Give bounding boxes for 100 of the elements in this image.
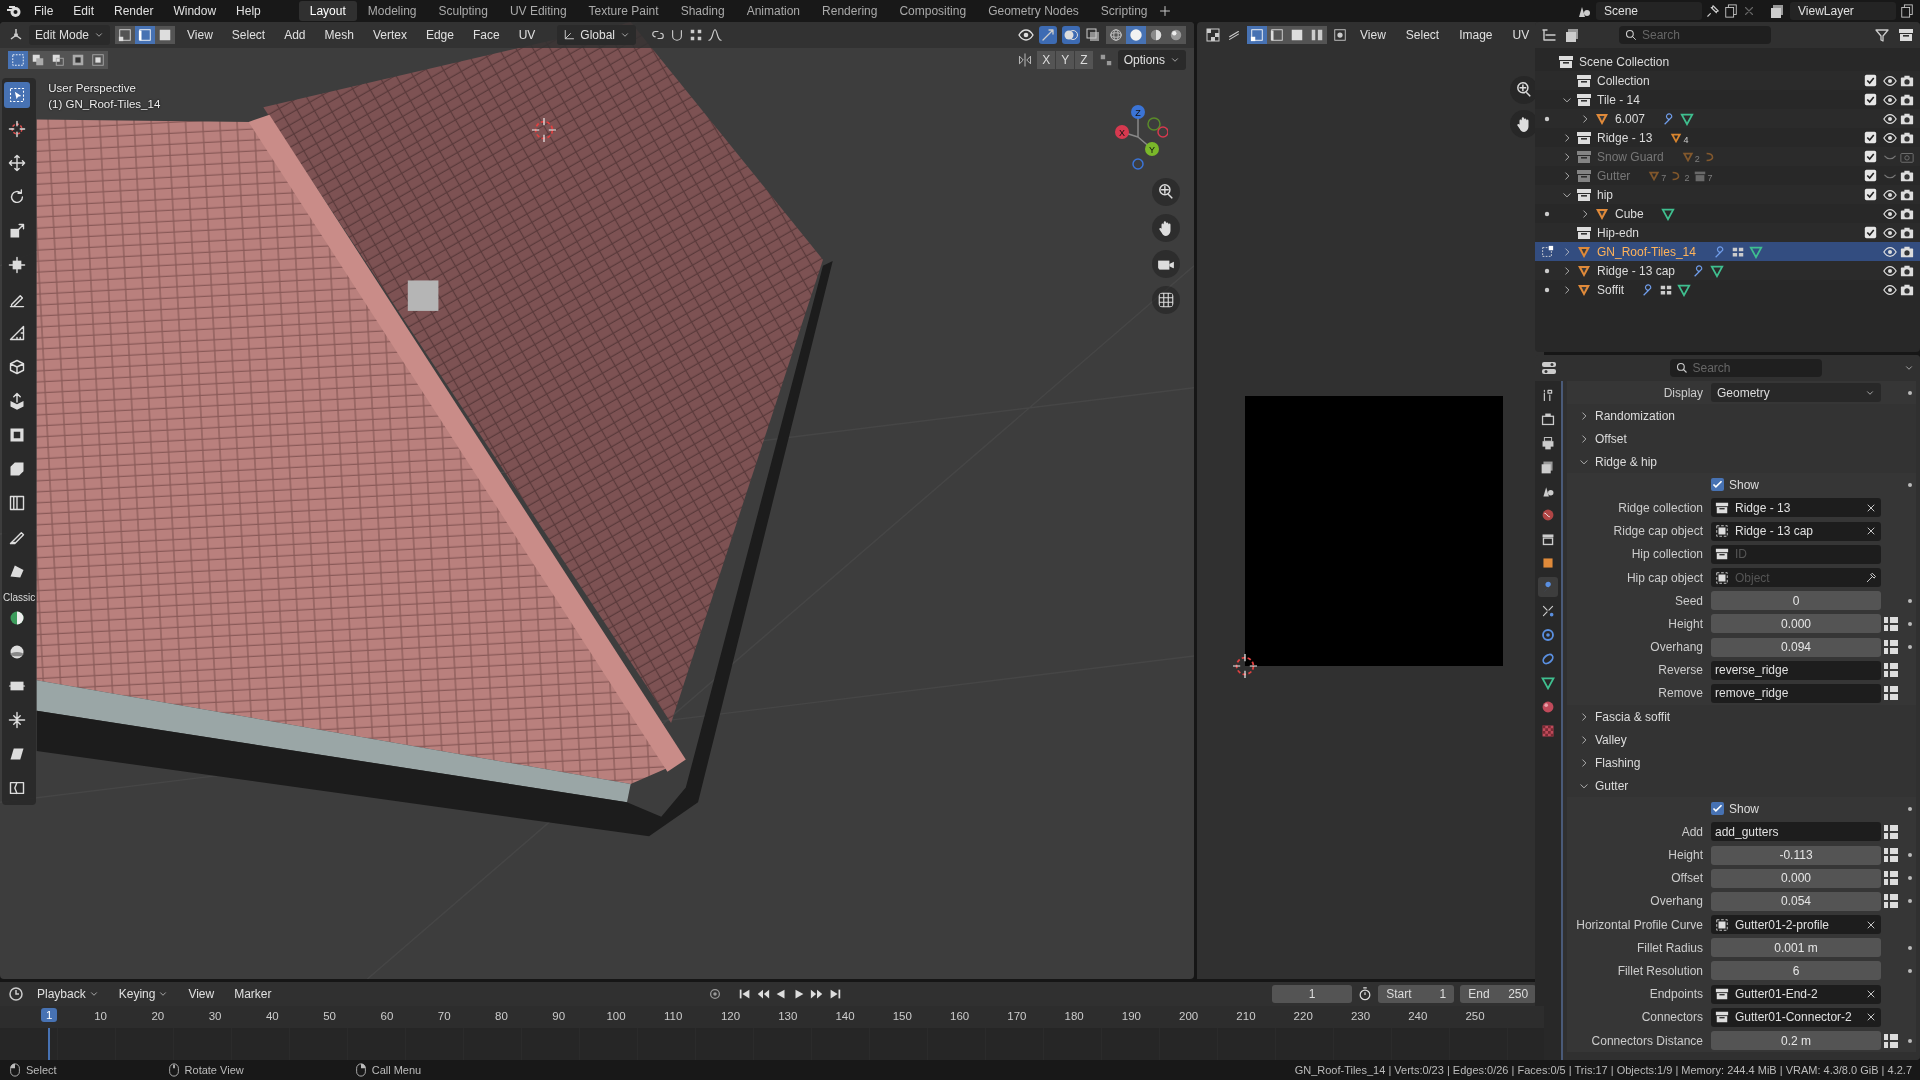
clock-icon[interactable] xyxy=(8,986,24,1002)
eye-icon[interactable] xyxy=(1883,225,1897,240)
camera-icon[interactable] xyxy=(1900,92,1914,107)
navigation-gizmo[interactable]: Z Y X xyxy=(1108,102,1168,172)
visibility-icon[interactable] xyxy=(1018,27,1034,43)
filter-icon[interactable] xyxy=(1874,27,1890,43)
overlay-toggle-icon[interactable] xyxy=(1062,26,1080,44)
camera-icon[interactable] xyxy=(1900,225,1914,240)
previous-keyframe-icon[interactable] xyxy=(756,987,771,1001)
keyframe-dot-icon[interactable] xyxy=(1907,620,1913,627)
chevron-right-icon[interactable] xyxy=(1562,284,1572,295)
attribute-name-field[interactable]: add_gutters xyxy=(1711,822,1881,842)
camera-icon[interactable] xyxy=(1900,206,1914,221)
attribute-toggle-icon[interactable] xyxy=(1883,847,1899,864)
menu-item[interactable]: Edit xyxy=(65,2,103,20)
keyframe-dot-icon[interactable] xyxy=(1907,644,1913,651)
island-select-icon[interactable] xyxy=(1307,26,1327,44)
workspace-tab[interactable]: Sculpting xyxy=(427,1,499,21)
mode-dropdown[interactable]: Edit Mode xyxy=(29,25,111,45)
keyframe-dot-icon[interactable] xyxy=(1907,1037,1913,1044)
menu-item[interactable]: Add xyxy=(277,26,313,44)
chevron-right-icon[interactable] xyxy=(1580,113,1590,124)
menu-item[interactable]: UV xyxy=(511,26,543,44)
attribute-toggle-icon[interactable] xyxy=(1883,823,1899,840)
workspace-tab[interactable]: UV Editing xyxy=(498,1,578,21)
add-icon[interactable] xyxy=(1158,5,1171,17)
keyframe-dot-icon[interactable] xyxy=(1907,852,1913,859)
workspace-tab[interactable]: Geometry Nodes xyxy=(977,1,1090,21)
number-field[interactable]: 0.054 xyxy=(1711,891,1881,911)
chevron-right-icon[interactable] xyxy=(1562,132,1572,143)
workspace-tab[interactable]: Scripting xyxy=(1089,1,1159,21)
display-mode-icon[interactable] xyxy=(1565,27,1581,43)
end-frame-field[interactable]: End 250 xyxy=(1460,985,1537,1003)
display-dropdown[interactable]: Geometry xyxy=(1711,383,1881,403)
number-field[interactable]: 0.094 xyxy=(1711,637,1881,657)
workspace-tab[interactable]: Modeling xyxy=(356,1,428,21)
axis-toggle[interactable]: X xyxy=(1037,51,1056,69)
keyframe-dot-icon[interactable] xyxy=(1907,389,1913,396)
chevron-right-icon[interactable] xyxy=(1562,246,1572,257)
attribute-toggle-icon[interactable] xyxy=(1883,615,1899,632)
attribute-toggle-icon[interactable] xyxy=(1883,893,1899,910)
editor-type-icon[interactable] xyxy=(1541,27,1557,43)
keyframe-dot-icon[interactable] xyxy=(1907,967,1913,974)
new-collection-icon[interactable] xyxy=(1898,27,1914,43)
orientation-dropdown[interactable]: Global xyxy=(557,25,636,45)
axis-toggle[interactable]: Z xyxy=(1075,51,1093,69)
eye-icon[interactable] xyxy=(1883,244,1897,259)
attribute-name-field[interactable]: remove_ridge xyxy=(1711,683,1881,703)
zoom-icon[interactable] xyxy=(1152,178,1180,206)
select-box-icon[interactable] xyxy=(4,82,30,108)
menu-item[interactable]: Playback xyxy=(30,985,106,1003)
next-keyframe-icon[interactable] xyxy=(810,987,825,1001)
checkbox[interactable] xyxy=(1864,150,1877,163)
sync-arrows-icon[interactable] xyxy=(1227,28,1241,42)
menu-item[interactable]: View xyxy=(180,26,220,44)
attribute-toggle-icon[interactable] xyxy=(1883,870,1899,887)
scene-field[interactable]: Scene xyxy=(1596,2,1702,20)
editor-type-icon[interactable] xyxy=(1205,27,1221,43)
edit-mode-icon[interactable] xyxy=(1540,244,1554,259)
number-field[interactable]: -0.113 xyxy=(1711,845,1881,865)
chevron-right-icon[interactable] xyxy=(1562,151,1572,162)
eye-icon[interactable] xyxy=(1883,92,1897,107)
number-field[interactable]: 0.001 m xyxy=(1711,938,1881,958)
select-intersect-icon[interactable] xyxy=(88,51,108,69)
camera-icon[interactable] xyxy=(1900,244,1914,259)
select-new-icon[interactable] xyxy=(8,51,28,69)
workspace-tab[interactable]: Shading xyxy=(669,1,736,21)
chevron-right-icon[interactable] xyxy=(1580,208,1590,219)
attribute-toggle-icon[interactable] xyxy=(1883,1032,1899,1049)
number-field[interactable]: 0.2 m xyxy=(1711,1031,1881,1051)
options-dropdown[interactable]: Options xyxy=(1117,50,1186,70)
face-select-icon[interactable] xyxy=(155,26,176,44)
caret-icon[interactable] xyxy=(1904,363,1914,373)
workspace-tab[interactable]: Texture Paint xyxy=(577,1,670,21)
falloff-curve-icon[interactable] xyxy=(708,28,722,42)
menu-item[interactable]: Help xyxy=(228,2,269,20)
mesh-data-icon[interactable] xyxy=(1710,263,1725,278)
eye-icon[interactable] xyxy=(1883,187,1897,202)
grid-icon[interactable] xyxy=(1152,286,1180,314)
menu-item[interactable]: View xyxy=(1353,26,1393,44)
magnet-icon[interactable] xyxy=(670,28,684,42)
dot-icon[interactable] xyxy=(1544,115,1550,122)
eye-icon[interactable] xyxy=(1883,130,1897,145)
edge-select-icon[interactable] xyxy=(135,26,156,44)
keyframe-dot-icon[interactable] xyxy=(1907,898,1913,905)
select-extend-icon[interactable] xyxy=(28,51,48,69)
dot-icon[interactable] xyxy=(1544,210,1550,217)
menu-item[interactable]: Select xyxy=(1398,26,1447,44)
checkbox[interactable] xyxy=(1864,131,1877,144)
sticky-select-icon[interactable] xyxy=(1333,28,1347,42)
current-frame-field[interactable]: 1 xyxy=(1272,985,1353,1003)
eye-icon[interactable] xyxy=(1883,263,1897,278)
menu-item[interactable]: Keying xyxy=(111,985,176,1003)
editor-type-icon[interactable] xyxy=(1541,360,1557,376)
keyframe-dot-icon[interactable] xyxy=(1907,944,1913,951)
start-frame-field[interactable]: Start 1 xyxy=(1378,985,1455,1003)
mesh-data-icon[interactable] xyxy=(1680,111,1695,126)
menu-item[interactable]: Render xyxy=(106,2,162,20)
copy-icon[interactable] xyxy=(1900,4,1914,18)
chevron-right-icon[interactable] xyxy=(1562,265,1572,276)
